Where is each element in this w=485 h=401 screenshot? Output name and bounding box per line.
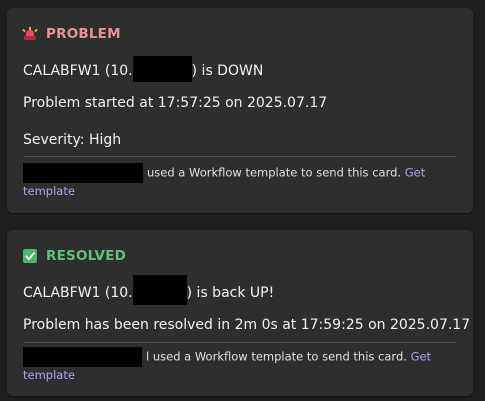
problem-status-label: PROBLEM <box>46 26 121 42</box>
workflow-footer: used a Workflow template to send this ca… <box>23 163 457 200</box>
workflow-footer: l used a Workflow template to send this … <box>23 347 457 384</box>
redacted-ip <box>132 56 192 82</box>
problem-started-line: Problem started at 17:57:25 on 2025.07.1… <box>23 95 328 111</box>
host-status: ) is back UP! <box>186 285 275 301</box>
redacted-sender <box>23 163 143 183</box>
redacted-ip <box>132 275 187 305</box>
footer-text: l used a Workflow template to send this … <box>146 349 407 364</box>
footer-text: used a Workflow template to send this ca… <box>147 165 402 180</box>
redacted-sender <box>23 347 142 367</box>
problem-host-line: CALABFW1 (10. ) is DOWN <box>23 56 264 82</box>
divider <box>23 156 457 157</box>
divider <box>23 342 457 343</box>
resolved-host-line: CALABFW1 (10. ) is back UP! <box>23 275 275 305</box>
problem-header: PROBLEM <box>22 26 121 42</box>
severity-line: Severity: High <box>23 132 122 148</box>
check-icon <box>23 249 37 263</box>
resolved-status-label: RESOLVED <box>46 248 127 264</box>
resolved-alert-card: RESOLVED CALABFW1 (10. ) is back UP! Prob… <box>7 230 473 396</box>
siren-icon <box>22 27 38 41</box>
problem-alert-card: PROBLEM CALABFW1 (10. ) is DOWN Problem s… <box>7 8 473 213</box>
host-prefix: CALABFW1 (10. <box>23 63 133 79</box>
host-prefix: CALABFW1 (10. <box>23 285 133 301</box>
host-status: ) is DOWN <box>191 63 264 79</box>
resolved-header: RESOLVED <box>23 248 126 264</box>
resolved-time-line: Problem has been resolved in 2m 0s at 17… <box>23 317 471 333</box>
